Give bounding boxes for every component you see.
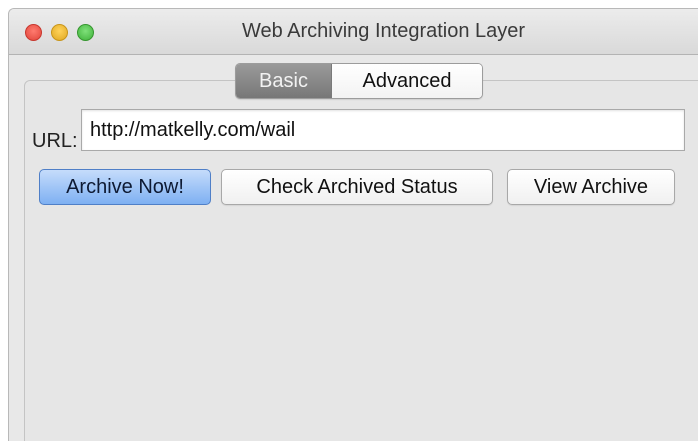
archive-now-button[interactable]: Archive Now! — [39, 169, 211, 205]
check-archived-status-button[interactable]: Check Archived Status — [221, 169, 493, 205]
minimize-icon[interactable] — [51, 24, 68, 41]
app-window: Web Archiving Integration Layer Basic Ad… — [8, 8, 698, 441]
tab-bar: Basic Advanced — [235, 63, 483, 99]
window-title: Web Archiving Integration Layer — [241, 20, 526, 42]
url-input[interactable] — [81, 109, 685, 151]
view-archive-button[interactable]: View Archive — [507, 169, 675, 205]
title-bar[interactable]: Web Archiving Integration Layer — [9, 9, 698, 55]
close-icon[interactable] — [25, 24, 42, 41]
url-label: URL: — [32, 130, 78, 152]
zoom-icon[interactable] — [77, 24, 94, 41]
tab-advanced[interactable]: Advanced — [332, 64, 482, 98]
tab-basic[interactable]: Basic — [236, 64, 332, 98]
